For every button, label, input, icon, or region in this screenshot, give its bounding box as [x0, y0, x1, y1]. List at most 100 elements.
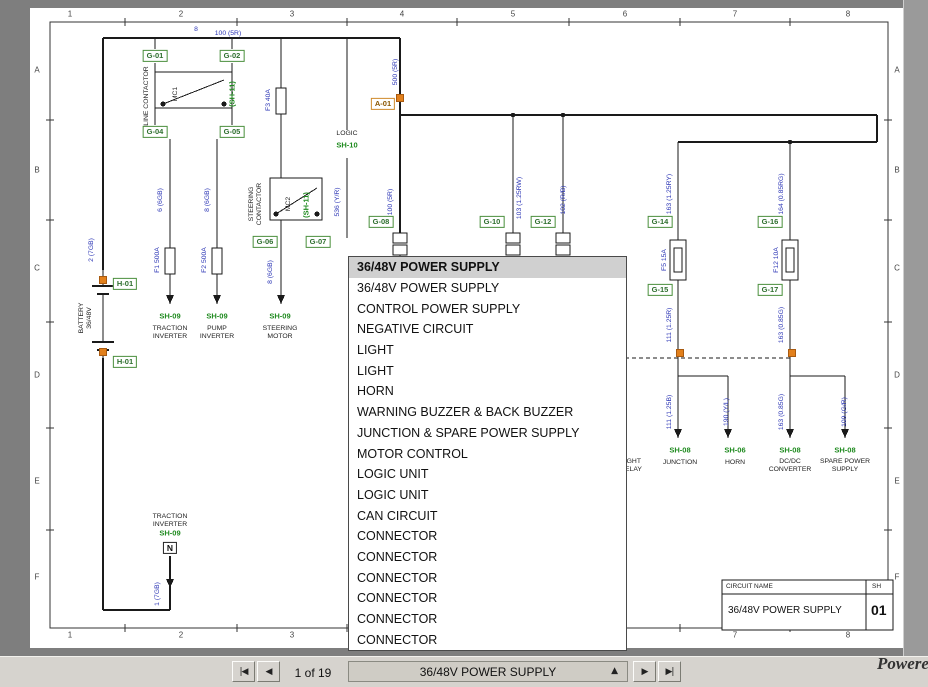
title-block-name-header: CIRCUIT NAME [726, 583, 773, 590]
diagram-text: TRACTION INVERTER [153, 325, 188, 341]
line-contactor-symbol [155, 72, 232, 108]
connection-marker [99, 276, 107, 284]
connection-marker [396, 94, 404, 102]
wire-label: 103 (1.25RW) [516, 177, 524, 219]
sheet-ref-label: SH-09 [159, 313, 180, 322]
wire-label: 2 (7GB) [88, 238, 96, 262]
last-page-button[interactable]: ▶| [658, 661, 681, 682]
sheet-ref-label: SH-06 [724, 447, 745, 456]
dropdown-item[interactable]: MOTOR CONTROL [349, 443, 626, 464]
grid-label: D [34, 371, 40, 380]
first-page-button[interactable]: |◀ [232, 661, 255, 682]
circuit-dropdown[interactable]: 36/48V POWER SUPPLY36/48V POWER SUPPLYCO… [348, 256, 627, 651]
grid-label: 2 [179, 631, 183, 640]
wire-label: 102 (R/B) [560, 185, 568, 214]
title-block-sheet-number: 01 [871, 602, 887, 618]
grid-label: B [894, 166, 899, 175]
circuit-select[interactable]: 36/48V POWER SUPPLY ▲ [348, 661, 628, 682]
grid-label: C [34, 264, 40, 273]
component-ref: G-06 [253, 236, 278, 248]
diagram-text: JUNCTION [663, 459, 697, 467]
sheet-ref-label: SH-08 [669, 447, 690, 456]
grid-label: 3 [290, 631, 294, 640]
diagram-text: BATTERY 36/48V [78, 303, 94, 334]
wire-label: 111 (1.25R) [666, 308, 674, 343]
sheet-ref-label: (SH-11) [229, 81, 238, 107]
component-ref: G-02 [220, 50, 245, 62]
dropdown-item[interactable]: CONTROL POWER SUPPLY [349, 298, 626, 319]
grid-label: F [895, 573, 900, 582]
wire-label: F1 500A [154, 247, 162, 273]
sheet-ref-label: SH-09 [159, 530, 180, 539]
grid-label: 7 [733, 10, 737, 19]
wire-label: F12 10A [773, 247, 781, 273]
dropdown-item[interactable]: CONNECTOR [349, 588, 626, 609]
component-ref: G-08 [369, 216, 394, 228]
diagram-text: TRACTION INVERTER [153, 513, 188, 529]
diagram-text: MC1 [172, 87, 180, 101]
wire-label: 163 (0.85G) [778, 394, 786, 430]
diagram-text: STEERING CONTACTOR [248, 183, 264, 225]
grid-label: 6 [623, 10, 627, 19]
sheet-ref-label: (SH-11) [303, 192, 312, 218]
component-ref: G-01 [143, 50, 168, 62]
sheet-ref-label: SH-08 [779, 447, 800, 456]
grid-label: E [894, 477, 899, 486]
dropdown-item[interactable]: LIGHT [349, 340, 626, 361]
dropdown-item[interactable]: CAN CIRCUIT [349, 505, 626, 526]
dropdown-item[interactable]: CONNECTOR [349, 526, 626, 547]
diagram-text: STEERING MOTOR [263, 325, 298, 341]
wire-label: 109 (G/R) [841, 397, 849, 427]
dropdown-item[interactable]: CONNECTOR [349, 629, 626, 650]
next-page-button[interactable]: ▶ [633, 661, 656, 682]
dropdown-item[interactable]: NEGATIVE CIRCUIT [349, 319, 626, 340]
grid-label: A [894, 66, 899, 75]
dropdown-item[interactable]: WARNING BUZZER & BACK BUZZER [349, 402, 626, 423]
title-block-sh-header: SH [872, 583, 881, 590]
wire-label: 6 (6GB) [157, 188, 165, 212]
sheet-ref-label: SH-09 [206, 313, 227, 322]
sheet-ref-label: SH-08 [834, 447, 855, 456]
wire-label: 8 (6GB) [267, 260, 275, 284]
dropdown-item[interactable]: HORN [349, 381, 626, 402]
component-ref: G-14 [648, 216, 673, 228]
prev-page-button[interactable]: ◀ [257, 661, 280, 682]
sheet-ref-label: SH-10 [336, 142, 357, 151]
component-ref: G-12 [531, 216, 556, 228]
connection-marker [788, 349, 796, 357]
wire-label: 8 (6GB) [204, 188, 212, 212]
junction-dots [511, 113, 792, 144]
wire-label: F2 500A [201, 247, 209, 273]
grid-label: B [34, 166, 39, 175]
dropdown-item[interactable]: 36/48V POWER SUPPLY [349, 278, 626, 299]
dropdown-item[interactable]: JUNCTION & SPARE POWER SUPPLY [349, 423, 626, 444]
diagram-text: SPARE POWER SUPPLY [820, 458, 870, 474]
dropdown-item[interactable]: LOGIC UNIT [349, 464, 626, 485]
dropdown-item[interactable]: CONNECTOR [349, 609, 626, 630]
grid-label: 1 [68, 631, 72, 640]
circuit-select-value: 36/48V POWER SUPPLY [420, 665, 557, 679]
dropdown-item[interactable]: 36/48V POWER SUPPLY [349, 257, 626, 278]
component-ref: G-10 [480, 216, 505, 228]
connection-marker [99, 348, 107, 356]
chevron-up-icon[interactable]: ▲ [611, 666, 618, 676]
diagram-text: LINE CONTACTOR [143, 66, 151, 125]
dropdown-item[interactable]: CONNECTOR [349, 567, 626, 588]
grid-label: 2 [179, 10, 183, 19]
dropdown-item[interactable]: LOGIC UNIT [349, 485, 626, 506]
grid-label: 8 [846, 10, 850, 19]
component-ref: G-05 [220, 126, 245, 138]
component-ref: G-16 [758, 216, 783, 228]
wire-label: 100 (5R) [387, 189, 395, 215]
window-right-gutter [903, 0, 928, 656]
dropdown-item[interactable]: LIGHT [349, 360, 626, 381]
component-ref: H-01 [113, 278, 137, 290]
dropdown-item[interactable]: CONNECTOR [349, 547, 626, 568]
terminal-n-box: N [163, 542, 177, 554]
wire-label: 536 (Y/R) [334, 187, 342, 216]
wire-label: 190 (Y/L) [723, 398, 731, 426]
grid-label: E [34, 477, 39, 486]
grid-label: D [894, 371, 900, 380]
page-indicator: 1 of 19 [284, 666, 342, 680]
grid-label: 8 [846, 631, 850, 640]
